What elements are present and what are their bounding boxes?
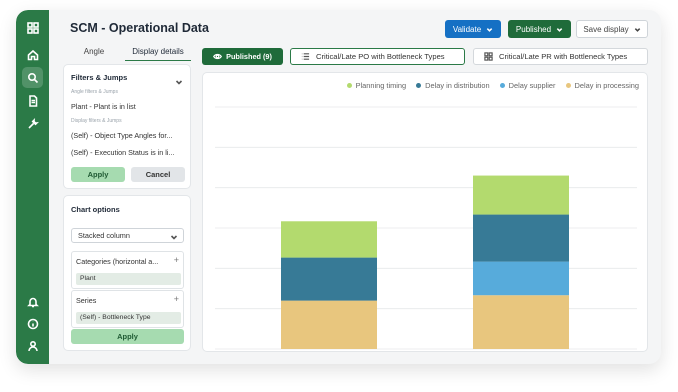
sidebar-rail: [16, 10, 49, 364]
bar-segment[interactable]: [281, 257, 377, 301]
chart-options-title: Chart options: [71, 205, 120, 214]
display-tab-po-label: Critical/Late PO with Bottleneck Types: [316, 52, 445, 61]
chevron-down-icon[interactable]: [175, 73, 183, 85]
chart-type-select[interactable]: Stacked column: [71, 228, 184, 243]
document-icon[interactable]: [22, 90, 43, 111]
bar-segment[interactable]: [473, 175, 569, 215]
bar-segment[interactable]: [473, 214, 569, 262]
filters-panel: Filters & Jumps Angle filters & Jumps Pl…: [63, 64, 191, 189]
published-count-label: Published (9): [226, 52, 272, 61]
chevron-down-icon: [556, 27, 563, 32]
search-icon[interactable]: [22, 67, 43, 88]
page-title: SCM - Operational Data: [70, 21, 209, 35]
chart-grid-icon: [484, 52, 493, 61]
display-tab-po[interactable]: Critical/Late PO with Bottleneck Types: [290, 48, 465, 65]
published-count-button[interactable]: Published (9): [202, 48, 283, 65]
stacked-column-chart: [215, 106, 637, 350]
wrench-icon[interactable]: [22, 113, 43, 134]
save-display-label: Save display: [583, 24, 629, 34]
validate-button[interactable]: Validate: [445, 20, 501, 38]
home-icon[interactable]: [22, 44, 43, 65]
chevron-down-icon: [634, 27, 640, 32]
published-button[interactable]: Published: [508, 20, 571, 38]
bell-icon[interactable]: [22, 291, 43, 312]
categories-field: Categories (horizontal a... + Plant: [71, 251, 184, 289]
chart-type-value: Stacked column: [78, 231, 130, 240]
panel-tabs: Angle Display details: [63, 47, 191, 61]
angle-filter-item[interactable]: Plant - Plant is in list: [71, 102, 136, 111]
angle-filters-caption: Angle filters & Jumps: [71, 89, 118, 95]
validate-label: Validate: [452, 24, 482, 34]
save-display-button[interactable]: Save display: [576, 20, 648, 38]
chevron-down-icon: [170, 232, 178, 240]
series-field: Series + (Self) - Bottleneck Type: [71, 290, 184, 328]
user-icon[interactable]: [22, 335, 43, 356]
bar-segment[interactable]: [473, 295, 569, 349]
series-label: Series: [76, 296, 97, 305]
add-icon[interactable]: +: [174, 255, 179, 265]
series-chip[interactable]: (Self) - Bottleneck Type: [76, 312, 181, 324]
tab-angle[interactable]: Angle: [63, 47, 125, 61]
categories-chip[interactable]: Plant: [76, 273, 181, 285]
chevron-down-icon: [486, 27, 493, 32]
display-tab-pr[interactable]: Critical/Late PR with Bottleneck Types: [473, 48, 648, 65]
filters-title: Filters & Jumps: [71, 73, 128, 82]
published-label: Published: [515, 24, 552, 34]
add-icon[interactable]: +: [174, 294, 179, 304]
display-filters-caption: Display filters & Jumps: [71, 118, 122, 124]
grid-icon[interactable]: [22, 17, 43, 38]
categories-label: Categories (horizontal a...: [76, 257, 159, 266]
bar-segment[interactable]: [281, 221, 377, 258]
bar-segment[interactable]: [281, 300, 377, 349]
list-icon: [301, 53, 310, 60]
chart-options-panel: Chart options Stacked column Categories …: [63, 195, 191, 351]
bar-segment[interactable]: [473, 261, 569, 296]
display-tab-pr-label: Critical/Late PR with Bottleneck Types: [499, 52, 628, 61]
app-window: SCM - Operational Data Validate Publishe…: [16, 10, 661, 364]
display-filter-item[interactable]: (Self) - Object Type Angles for...: [71, 131, 172, 140]
tab-display-details[interactable]: Display details: [125, 47, 191, 61]
apply-chart-options-button[interactable]: Apply: [71, 329, 184, 344]
apply-filters-button[interactable]: Apply: [71, 167, 125, 182]
chart-panel: Planning timing Delay in distribution Dela…: [202, 72, 648, 352]
eye-icon: [213, 53, 223, 60]
info-icon[interactable]: [22, 313, 43, 334]
cancel-button[interactable]: Cancel: [131, 167, 185, 182]
display-filter-item[interactable]: (Self) - Execution Status is in li...: [71, 148, 174, 157]
